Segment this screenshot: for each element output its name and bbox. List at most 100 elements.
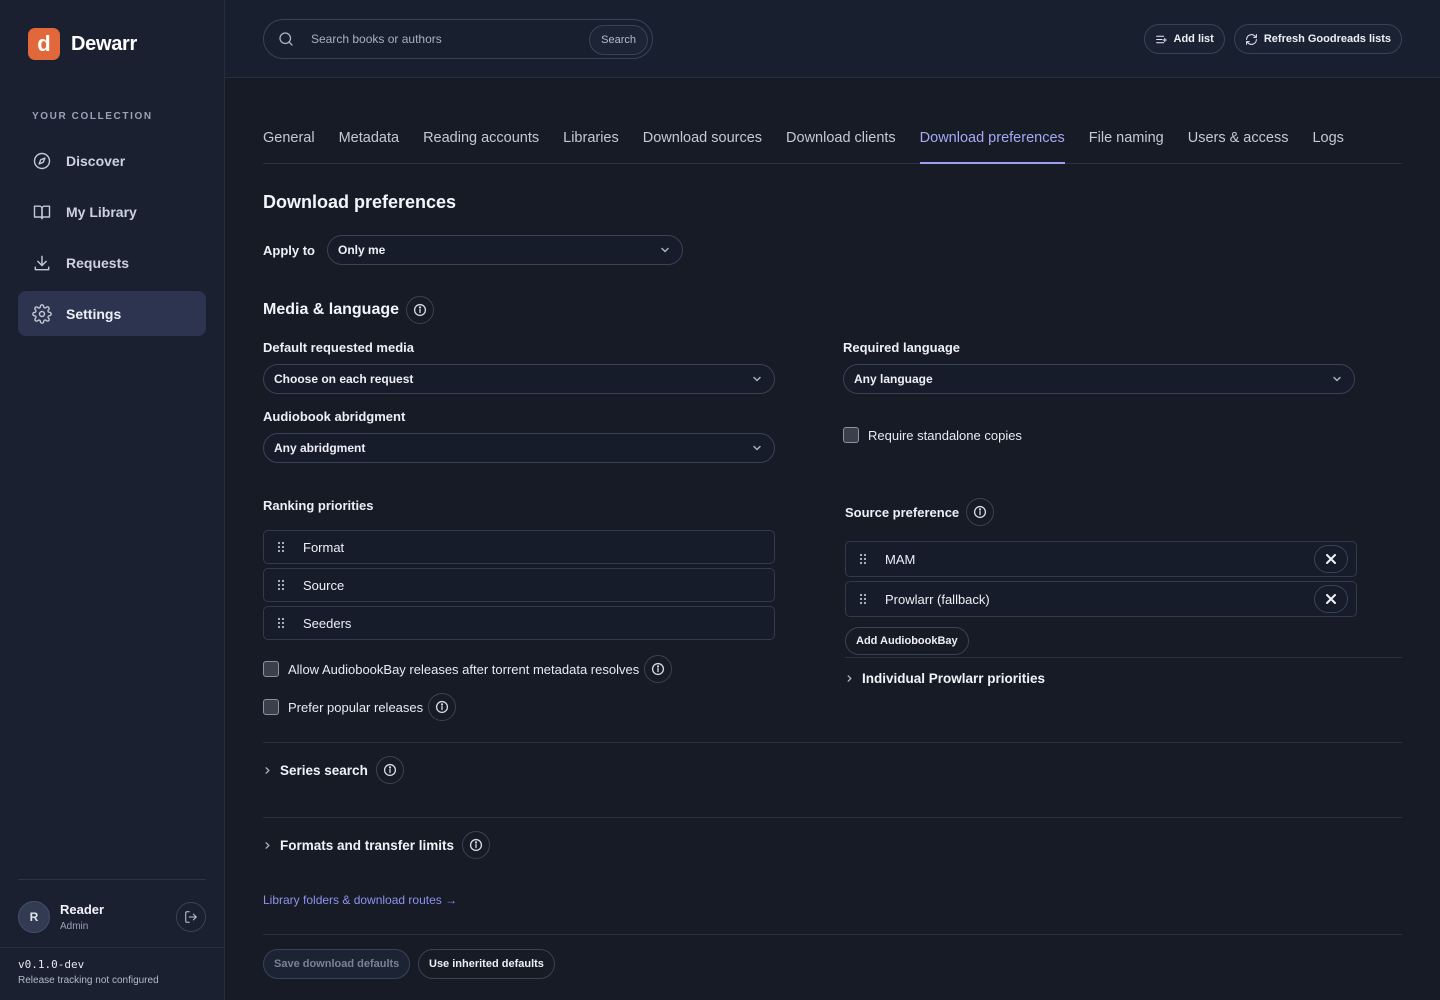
drag-handle-icon[interactable]	[276, 541, 286, 553]
tab-general[interactable]: General	[263, 126, 315, 164]
source-item[interactable]: Prowlarr (fallback)	[845, 581, 1357, 617]
media-language-title: Media & language	[263, 301, 400, 318]
series-search-info-button[interactable]	[375, 756, 404, 784]
source-list: MAM Prowlarr (fallback)	[845, 541, 1357, 617]
info-icon	[469, 838, 483, 852]
topbar: Search Add list Refresh Goodreads lists	[225, 0, 1440, 78]
tab-file-naming[interactable]: File naming	[1089, 126, 1164, 164]
gear-icon	[32, 303, 52, 324]
app-logo[interactable]: d Dewarr	[28, 28, 137, 60]
apply-to-label: Apply to	[263, 242, 315, 258]
sidebar-nav: Discover My Library Requests Settings	[18, 138, 206, 342]
refresh-icon	[1245, 33, 1257, 45]
series-search-toggle[interactable]: Series search	[263, 756, 404, 784]
chevron-down-icon	[753, 445, 761, 451]
book-icon	[33, 204, 51, 219]
drag-handle-icon[interactable]	[276, 617, 286, 629]
source-pref-info-button[interactable]	[966, 498, 995, 526]
refresh-goodreads-button[interactable]: Refresh Goodreads lists	[1233, 24, 1402, 54]
add-audiobookbay-button[interactable]: Add AudiobookBay	[845, 627, 969, 655]
sidebar-item-label: Discover	[66, 152, 126, 169]
remove-source-button[interactable]	[1314, 545, 1348, 573]
default-media-select[interactable]: Choose on each request	[263, 364, 775, 394]
allow-abb-row: Allow AudiobookBay releases after torren…	[263, 655, 673, 683]
close-icon	[1326, 554, 1336, 564]
sidebar-item-discover[interactable]: Discover	[18, 138, 206, 183]
info-icon	[383, 763, 396, 777]
ranking-item-label: Format	[303, 539, 345, 555]
prefer-popular-info-button[interactable]	[428, 693, 457, 721]
tab-libraries[interactable]: Libraries	[563, 126, 619, 164]
formats-limits-toggle[interactable]: Formats and transfer limits	[263, 831, 491, 859]
info-icon	[436, 700, 449, 714]
ranking-item[interactable]: Format	[263, 530, 775, 564]
logout-icon	[185, 911, 197, 923]
save-defaults-button[interactable]: Save download defaults	[263, 949, 411, 979]
use-inherited-defaults-button[interactable]: Use inherited defaults	[418, 949, 555, 979]
sidebar-item-requests[interactable]: Requests	[18, 240, 206, 285]
search-icon	[279, 32, 293, 46]
tab-reading-accounts[interactable]: Reading accounts	[423, 126, 539, 164]
language-select[interactable]: Any language	[843, 364, 1355, 394]
tab-users-access[interactable]: Users & access	[1188, 126, 1289, 164]
tab-metadata[interactable]: Metadata	[339, 126, 399, 164]
logout-button[interactable]	[176, 902, 206, 932]
prowlarr-priorities-toggle[interactable]: Individual Prowlarr priorities	[845, 671, 1045, 686]
add-list-button[interactable]: Add list	[1143, 24, 1225, 54]
sidebar-item-my-library[interactable]: My Library	[18, 189, 206, 234]
standalone-checkbox[interactable]	[843, 427, 859, 443]
drag-handle-icon[interactable]	[858, 593, 868, 605]
ranking-list: Format Source Seeders	[263, 530, 775, 640]
info-icon	[974, 505, 987, 519]
chevron-down-icon	[753, 376, 761, 382]
source-item[interactable]: MAM	[845, 541, 1357, 577]
sidebar-item-settings[interactable]: Settings	[18, 291, 206, 336]
language-label: Required language	[843, 340, 961, 355]
abridgment-select[interactable]: Any abridgment	[263, 433, 775, 463]
sidebar: d Dewarr YOUR COLLECTION Discover My Lib…	[0, 0, 225, 1000]
page-title: Download preferences	[263, 192, 457, 212]
allow-abb-info-button[interactable]	[644, 655, 673, 683]
download-icon	[34, 255, 50, 270]
user-meta: Reader Admin	[60, 902, 104, 932]
ranking-item[interactable]: Source	[263, 568, 775, 602]
tab-download-preferences[interactable]: Download preferences	[919, 126, 1065, 164]
ranking-item-label: Source	[303, 577, 345, 593]
prefer-popular-checkbox[interactable]	[263, 699, 279, 715]
tab-download-clients[interactable]: Download clients	[786, 126, 896, 164]
tab-download-sources[interactable]: Download sources	[643, 126, 762, 164]
tab-logs[interactable]: Logs	[1312, 126, 1343, 164]
allow-abb-checkbox[interactable]	[263, 661, 279, 677]
drag-handle-icon[interactable]	[276, 579, 286, 591]
source-item-label: MAM	[885, 551, 916, 567]
apply-to-row: Apply to Only me	[263, 235, 683, 265]
search-input[interactable]	[311, 32, 581, 46]
apply-to-select[interactable]: Only me	[327, 235, 683, 265]
info-icon	[413, 303, 427, 317]
add-list-label: Add list	[1173, 33, 1214, 45]
formats-limits-info-button[interactable]	[462, 831, 491, 859]
divider	[263, 934, 1402, 935]
chevron-right-icon	[265, 841, 270, 849]
sidebar-divider	[18, 879, 206, 880]
abridgment-label: Audiobook abridgment	[263, 409, 406, 424]
source-item-label: Prowlarr (fallback)	[885, 591, 990, 607]
formats-limits-label: Formats and transfer limits	[280, 837, 455, 853]
remove-source-button[interactable]	[1314, 585, 1348, 613]
search-box: Search	[263, 19, 653, 59]
top-actions: Add list Refresh Goodreads lists	[1143, 24, 1402, 54]
info-icon	[652, 662, 665, 676]
refresh-label: Refresh Goodreads lists	[1263, 33, 1391, 45]
app-version: v0.1.0-dev	[18, 958, 85, 971]
ranking-item[interactable]: Seeders	[263, 606, 775, 640]
media-info-button[interactable]	[406, 296, 435, 324]
chevron-down-icon	[1333, 376, 1341, 382]
avatar[interactable]: R	[18, 901, 50, 933]
prefer-popular-label: Prefer popular releases	[288, 699, 424, 715]
version-bar: v0.1.0-dev Release tracking not configur…	[0, 947, 225, 1000]
app-name: Dewarr	[71, 32, 138, 55]
library-folders-link[interactable]: Library folders & download routes →	[263, 893, 457, 907]
search-button[interactable]: Search	[589, 25, 648, 55]
drag-handle-icon[interactable]	[858, 553, 868, 565]
prowlarr-priorities-label: Individual Prowlarr priorities	[862, 671, 1046, 686]
